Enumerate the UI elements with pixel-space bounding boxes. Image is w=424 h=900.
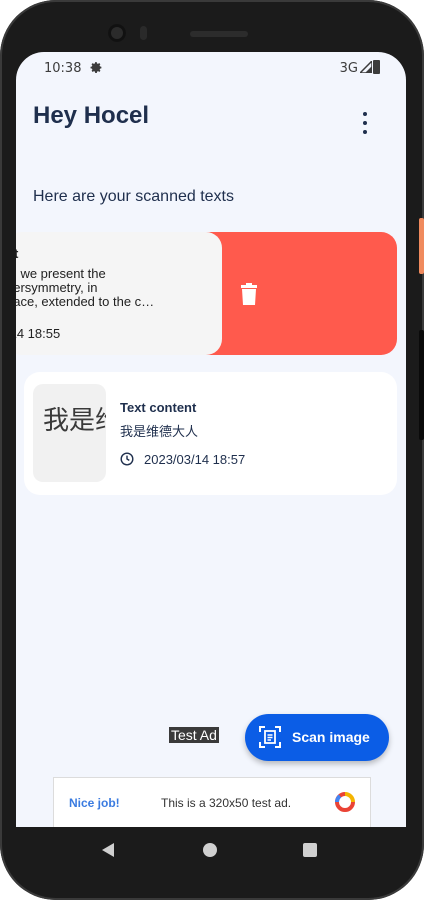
scan-image-label: Scan image <box>292 729 370 745</box>
document-scanner-icon <box>259 726 281 748</box>
thumbnail-text: 我是维 <box>43 406 106 436</box>
scan-text-line: pace, extended to the c… <box>16 294 155 309</box>
settings-icon <box>90 62 102 73</box>
clock-icon <box>120 452 134 466</box>
scan-thumbnail: 我是维 <box>33 384 106 482</box>
section-subtitle: Here are your scanned texts <box>33 188 234 205</box>
scan-text-preview: 我是维德大人 <box>120 425 199 440</box>
scan-image-button[interactable]: Scan image <box>245 714 389 761</box>
scan-title: Text content <box>120 400 197 415</box>
network-type: 3G <box>339 61 358 76</box>
battery-icon <box>373 60 380 74</box>
test-ad-tag: Test Ad <box>169 727 219 743</box>
phone-frame: 10:38 3G Hey Hocel Here are your scanned… <box>0 0 424 900</box>
sensor <box>140 26 147 40</box>
scan-card-swiped[interactable]: t n, we present the persymmetry, in pace… <box>16 232 222 355</box>
scan-title: t <box>16 246 19 261</box>
scan-date: 2023/03/14 18:57 <box>144 452 246 467</box>
system-nav-bar <box>16 827 406 873</box>
volume-button <box>419 330 424 440</box>
more-options-icon[interactable] <box>356 112 374 134</box>
scan-date: /14 18:55 <box>16 326 61 341</box>
status-time: 10:38 <box>44 61 82 76</box>
scan-text-preview: n, we present the persymmetry, in pace, … <box>16 267 216 309</box>
scan-card[interactable]: 我是维 Text content 我是维德大人 2023/03/14 18:57 <box>24 372 397 495</box>
power-button <box>419 218 424 274</box>
ad-logo-icon <box>334 792 355 812</box>
delete-icon[interactable] <box>240 283 258 305</box>
signal-icon <box>360 61 372 73</box>
ad-text: This is a 320x50 test ad. <box>161 796 292 810</box>
recent-apps-icon[interactable] <box>303 843 317 857</box>
page-title: Hey Hocel <box>33 102 150 129</box>
earpiece-speaker <box>190 31 248 37</box>
front-camera <box>108 24 126 42</box>
scan-text-line: n, we present the <box>16 266 106 281</box>
back-icon[interactable] <box>102 843 114 857</box>
status-bar: 10:38 3G <box>16 52 406 84</box>
ad-banner[interactable]: Nice job! This is a 320x50 test ad. <box>53 777 371 827</box>
scan-text-line: persymmetry, in <box>16 280 98 295</box>
ad-headline: Nice job! <box>69 796 120 810</box>
home-icon[interactable] <box>203 843 217 857</box>
app-screen: 10:38 3G Hey Hocel Here are your scanned… <box>16 52 406 827</box>
